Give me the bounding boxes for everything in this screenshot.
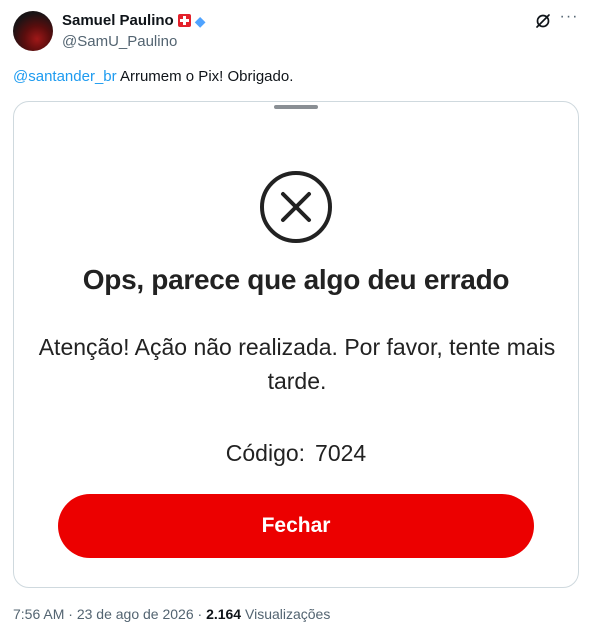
views-count: 2.164 [206,606,242,622]
error-x-circle-icon [260,171,332,243]
tweet-text: @santander_br Arrumem o Pix! Obrigado. [13,68,293,85]
tweet-body: Arrumem o Pix! Obrigado. [116,68,294,85]
tweet-date[interactable]: 23 de ago de 2026 [77,606,194,622]
meta-separator: · [68,606,73,622]
error-code-row: Código: 7024 [14,440,578,467]
swiss-flag-icon [177,14,191,27]
author-name-row: Samuel Paulino ◆ [62,12,205,29]
sheet-drag-handle [274,105,318,109]
tweet-media-image[interactable]: Ops, parece que algo deu errado Atenção!… [13,101,579,588]
error-code-label: Código: [225,440,306,466]
more-options-icon[interactable]: ··· [558,8,580,30]
mention-link[interactable]: @santander_br [13,68,117,85]
views-label: Visualizações [245,606,331,622]
tweet-meta: 7:56 AM · 23 de ago de 2026 · 2.164 Visu… [13,606,330,622]
author-handle[interactable]: @SamU_Paulino [62,33,177,50]
diamond-icon: ◆ [194,12,206,29]
avatar[interactable] [13,11,53,51]
tweet-time[interactable]: 7:56 AM [13,606,64,622]
grok-icon[interactable] [533,11,553,31]
error-title: Ops, parece que algo deu errado [82,264,510,295]
close-button: Fechar [58,494,534,558]
author-name[interactable]: Samuel Paulino [62,12,174,29]
meta-separator-2: · [197,606,203,622]
error-message: Atenção! Ação não realizada. Por favor, … [38,334,556,394]
error-code-value: 7024 [315,440,367,466]
